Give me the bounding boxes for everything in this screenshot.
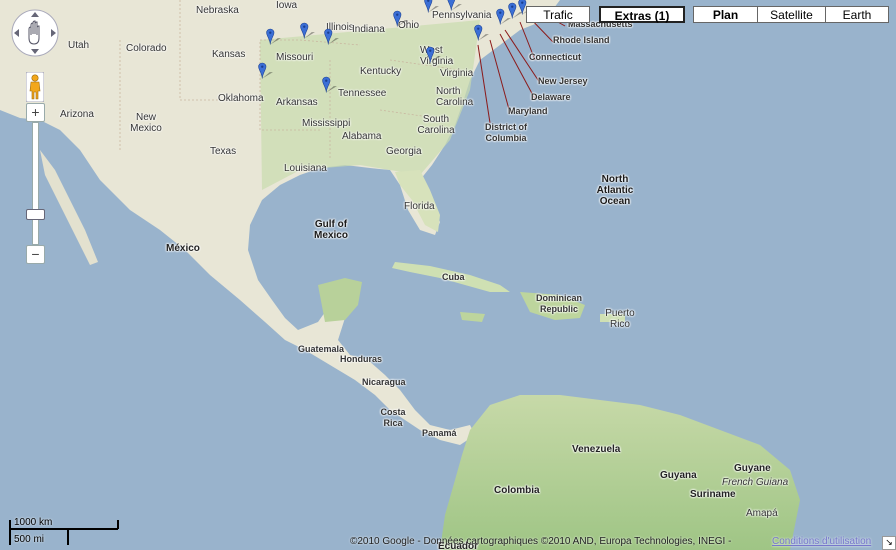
label-maryland: Maryland <box>508 106 548 116</box>
label-tennessee: Tennessee <box>338 88 387 99</box>
label-nicaragua: Nicaragua <box>362 377 406 387</box>
label-kansas: Kansas <box>212 49 246 60</box>
map-pin-icon[interactable] <box>424 0 440 20</box>
label-new-jersey: New Jersey <box>538 76 588 86</box>
map-pin-icon[interactable] <box>393 4 409 34</box>
label-oklahoma: Oklahoma <box>218 93 264 104</box>
map-pin-icon[interactable] <box>324 22 340 52</box>
label-georgia: Georgia <box>386 146 422 157</box>
scale-imperial: 500 mi <box>14 534 45 545</box>
label-costa-rica: Costa Rica <box>380 407 406 428</box>
label-delaware: Delaware <box>531 92 571 102</box>
label-indiana: Indiana <box>352 24 385 35</box>
map-canvas[interactable]: Nebraska Iowa Illinois Indiana Ohio Penn… <box>0 0 896 550</box>
label-honduras: Honduras <box>340 354 383 364</box>
label-amapa: Amapá <box>746 508 778 519</box>
label-district-of-columbia: District of Columbia <box>484 122 527 143</box>
label-mississippi: Mississippi <box>302 118 351 129</box>
map-pin-icon[interactable] <box>258 56 274 86</box>
label-cuba: Cuba <box>442 272 465 282</box>
label-puerto-rico: Puerto Rico <box>605 308 635 330</box>
label-nebraska: Nebraska <box>196 5 239 16</box>
label-utah: Utah <box>68 40 90 51</box>
label-venezuela: Venezuela <box>572 444 621 455</box>
terms-link[interactable]: Conditions d'utilisation <box>772 536 871 547</box>
map-pin-icon[interactable] <box>474 18 490 48</box>
zoom-slider-track[interactable] <box>32 122 39 245</box>
label-arizona: Arizona <box>60 109 94 120</box>
zoom-out-button[interactable]: − <box>26 245 45 264</box>
label-french-guiana: French Guiana <box>722 477 789 488</box>
label-gulf-of-mexico: Gulf of Mexico <box>314 219 348 241</box>
label-kentucky: Kentucky <box>360 66 402 77</box>
zoom-in-button[interactable]: + <box>26 103 45 122</box>
plan-button[interactable]: Plan <box>693 6 758 23</box>
label-iowa: Iowa <box>276 0 298 11</box>
label-connecticut: Connecticut <box>529 52 582 62</box>
label-north-carolina: North Carolina <box>436 86 474 108</box>
collapse-overview-icon[interactable]: ↘ <box>882 536 896 550</box>
label-guyana: Guyana <box>660 470 697 481</box>
label-colombia: Colombia <box>494 485 540 496</box>
label-arkansas: Arkansas <box>276 97 318 108</box>
label-south-carolina: South Carolina <box>417 114 455 136</box>
label-florida: Florida <box>404 201 435 212</box>
satellite-button[interactable]: Satellite <box>757 6 826 23</box>
zoom-slider-thumb[interactable] <box>26 209 45 220</box>
scale-bar: 1000 km 500 mi <box>8 515 120 547</box>
pegman-icon[interactable] <box>26 72 44 102</box>
map-pin-icon[interactable] <box>300 16 316 46</box>
map-pin-icon[interactable] <box>322 70 338 100</box>
extras-button[interactable]: Extras (1) <box>599 6 685 23</box>
map-pin-icon[interactable] <box>266 22 282 52</box>
label-north-atlantic-ocean: North Atlantic Ocean <box>596 174 634 207</box>
label-texas: Texas <box>210 146 237 157</box>
label-guatemala: Guatemala <box>298 344 345 354</box>
earth-button[interactable]: Earth <box>825 6 889 23</box>
label-alabama: Alabama <box>342 131 382 142</box>
label-dominican-republic: Dominican Republic <box>535 293 582 314</box>
label-virginia: Virginia <box>440 68 474 79</box>
label-panama: Panamá <box>422 428 457 438</box>
label-new-mexico: New Mexico <box>130 112 162 134</box>
map-pin-icon[interactable] <box>426 40 442 70</box>
label-rhode-island: Rhode Island <box>553 35 610 45</box>
label-mexico: México <box>166 243 200 254</box>
map-pin-icon[interactable] <box>447 0 463 18</box>
label-guyane: Guyane <box>734 463 771 474</box>
traffic-button[interactable]: Trafic <box>526 6 590 23</box>
copyright-text: ©2010 Google - Données cartographiques ©… <box>350 536 732 547</box>
scale-metric: 1000 km <box>14 517 53 528</box>
label-colorado: Colorado <box>126 43 167 54</box>
label-suriname: Suriname <box>690 489 736 500</box>
label-louisiana: Louisiana <box>284 163 327 174</box>
label-missouri: Missouri <box>276 52 314 63</box>
hand-pan-icon[interactable] <box>10 8 60 58</box>
